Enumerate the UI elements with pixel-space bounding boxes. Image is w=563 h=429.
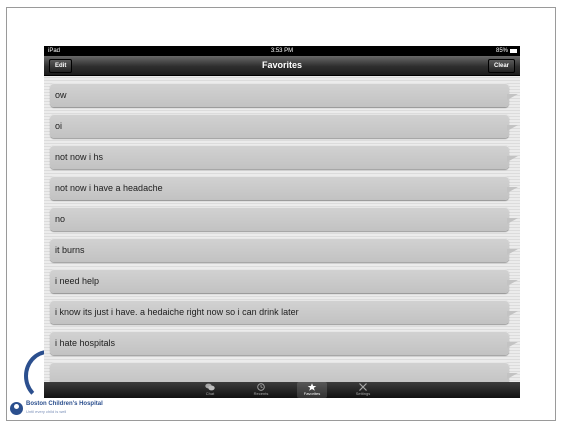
- favorite-text: oi: [55, 121, 63, 131]
- tab-label: Favorites: [303, 391, 321, 396]
- tab-chat[interactable]: Chat: [195, 382, 225, 398]
- hospital-logo-icon: [10, 402, 23, 415]
- favorite-text: i need help: [55, 276, 100, 286]
- tab-favorites[interactable]: Favorites: [297, 382, 327, 398]
- status-time: 3:53 PM: [270, 48, 294, 54]
- page-title: Favorites: [261, 60, 303, 70]
- logo-name: Boston Children's Hospital: [26, 401, 103, 407]
- favorite-text: i know its just i have. a hedaiche right…: [55, 307, 299, 317]
- favorite-item[interactable]: i know its just i have. a hedaiche right…: [50, 300, 518, 324]
- tools-icon: [359, 383, 367, 391]
- favorite-text: it burns: [55, 245, 85, 255]
- favorite-item[interactable]: not now i hs: [50, 145, 518, 169]
- tab-label: Recents: [253, 391, 269, 396]
- favorite-item[interactable]: no: [50, 207, 518, 231]
- tab-settings[interactable]: Settings: [348, 382, 378, 398]
- chat-bubbles-icon: [205, 383, 215, 391]
- navigation-bar: Favorites Edit Clear: [44, 56, 520, 76]
- favorite-item[interactable]: ow: [50, 83, 518, 107]
- tab-label: Settings: [355, 391, 371, 396]
- logo-tagline: Until every child is well: [26, 409, 67, 414]
- ipad-screen: iPad 3:53 PM 85% Favorites Edit Clear ow…: [44, 46, 520, 398]
- favorite-text: no: [55, 214, 66, 224]
- favorite-item[interactable]: it burns: [50, 238, 518, 262]
- tab-label: Chat: [205, 391, 215, 396]
- star-icon: [307, 383, 317, 391]
- favorite-text: i hate hospitals: [55, 338, 116, 348]
- battery-label: 85%: [495, 48, 508, 54]
- tab-recents[interactable]: Recents: [246, 382, 276, 398]
- clear-button[interactable]: Clear: [487, 59, 515, 73]
- favorite-text: not now i hs: [55, 152, 104, 162]
- edit-button[interactable]: Edit: [49, 59, 73, 73]
- favorite-text: ow: [55, 90, 67, 100]
- clock-icon: [257, 383, 265, 391]
- favorite-item[interactable]: not now i have a headache: [50, 176, 518, 200]
- tab-bar: Chat Recents Favorites Settings: [44, 382, 520, 398]
- battery-icon: [510, 49, 517, 53]
- favorites-list: ow oi not now i hs not now i have a head…: [44, 76, 520, 386]
- favorite-item[interactable]: i hate hospitals: [50, 331, 518, 355]
- favorite-item[interactable]: oi: [50, 114, 518, 138]
- status-bar: iPad 3:53 PM 85%: [44, 46, 520, 56]
- favorite-item[interactable]: i need help: [50, 269, 518, 293]
- favorite-text: not now i have a headache: [55, 183, 163, 193]
